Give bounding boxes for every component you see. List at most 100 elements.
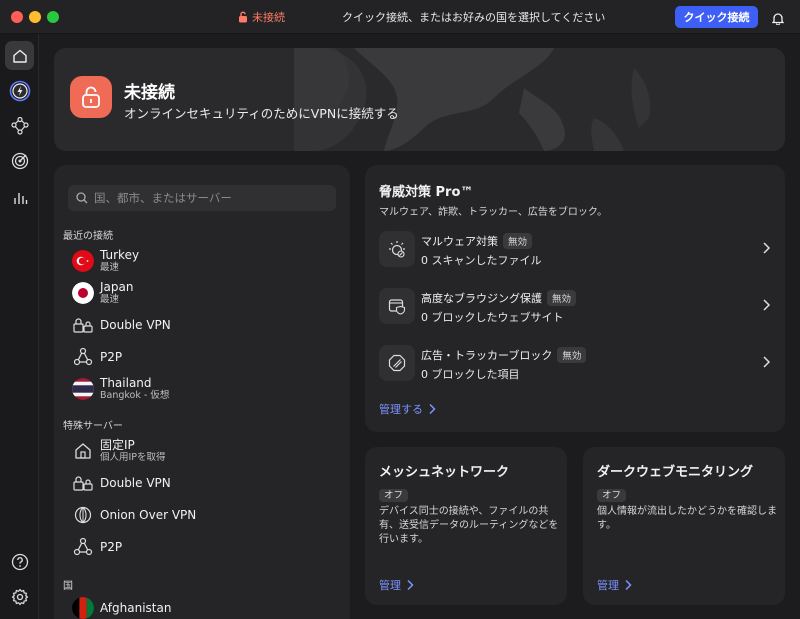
server-item-thailand[interactable]: Thailand Bangkok - 仮想 [72, 374, 332, 404]
chevron-right-icon [763, 299, 771, 311]
feature-name: 広告・トラッカーブロック [421, 349, 553, 362]
onion-icon [72, 504, 94, 526]
server-list-panel: 最近の接続 Turkey 最速 Japan 最速 Double VPN [54, 165, 350, 619]
double-lock-icon [72, 314, 94, 336]
sidebar-settings[interactable] [5, 582, 34, 611]
server-item-turkey[interactable]: Turkey 最速 [72, 246, 332, 276]
connection-title: 未接続 [124, 83, 175, 103]
sidebar [0, 34, 39, 619]
server-item-sub: Bangkok - 仮想 [100, 390, 170, 401]
close-window-button[interactable] [11, 11, 23, 23]
japan-flag-icon [72, 282, 94, 304]
threat-protection-subtitle: マルウェア、詐欺、トラッカー、広告をブロック。 [379, 207, 608, 218]
unlocked-status-icon [70, 76, 112, 118]
feature-count: 0 スキャンしたファイル [421, 254, 542, 267]
server-item-title: Turkey [100, 248, 140, 262]
ad-block-icon [379, 345, 415, 381]
server-item-title: Double VPN [100, 476, 171, 490]
status-text: 未接続 [252, 11, 285, 24]
feature-count: 0 ブロックしたウェブサイト [421, 311, 564, 324]
server-item-title: 固定IP [100, 438, 135, 452]
chevron-right-icon [429, 403, 436, 415]
feature-name: マルウェア対策 [421, 235, 498, 248]
ad-tracker-block-row[interactable]: 広告・トラッカーブロック 無効 0 ブロックした項目 [379, 343, 771, 383]
threat-protection-title: 脅威対策 Pro™ [379, 185, 474, 200]
manage-label: 管理 [597, 579, 619, 592]
connection-status: 未接続 [238, 9, 285, 25]
radar-icon [11, 152, 28, 169]
status-badge: オフ [379, 489, 409, 502]
search-input[interactable] [94, 191, 324, 205]
server-item-afghanistan[interactable]: Afghanistan [72, 593, 332, 619]
minimize-window-button[interactable] [29, 11, 41, 23]
recent-heading: 最近の接続 [63, 231, 113, 242]
server-item-title: Double VPN [100, 318, 171, 332]
sidebar-threat-protection[interactable] [5, 76, 34, 105]
meshnet-description: デバイス同士の接続や、ファイルの共有、送受信データのルーティングなどを行います。 [379, 506, 559, 545]
malware-protection-row[interactable]: マルウェア対策 無効 0 スキャンしたファイル [379, 229, 771, 269]
server-item-double-vpn[interactable]: Double VPN [72, 468, 332, 498]
malware-icon [379, 231, 415, 267]
notification-bell-icon[interactable] [771, 10, 785, 29]
unlocked-icon [239, 11, 247, 23]
afghanistan-flag-icon [72, 597, 94, 619]
sidebar-dark-web-monitor[interactable] [5, 146, 34, 175]
threat-manage-link[interactable]: 管理する [379, 401, 436, 417]
special-servers-heading: 特殊サーバー [63, 421, 123, 432]
server-item-title: Thailand [100, 376, 152, 390]
help-icon [11, 553, 28, 570]
server-item-dedicated-ip[interactable]: 固定IP 個人用IPを取得 [72, 436, 332, 466]
server-item-sub: 最速 [100, 262, 120, 273]
search-icon [76, 192, 88, 204]
feature-count: 0 ブロックした項目 [421, 368, 520, 381]
house-icon [72, 440, 94, 462]
server-item-title: Onion Over VPN [100, 508, 197, 522]
server-item-double-vpn[interactable]: Double VPN [72, 310, 332, 340]
status-badge: オフ [597, 489, 627, 502]
dark-web-title: ダークウェブモニタリング [597, 465, 754, 480]
server-item-sub: 最速 [100, 294, 120, 305]
server-item-onion[interactable]: Onion Over VPN [72, 500, 332, 530]
sidebar-help[interactable] [5, 547, 34, 576]
server-item-title: P2P [100, 350, 123, 364]
thailand-flag-icon [72, 378, 94, 400]
connection-subtitle: オンラインセキュリティのためにVPNに接続する [124, 106, 399, 121]
meshnet-card: メッシュネットワーク オフ デバイス同士の接続や、ファイルの共有、送受信データの… [365, 447, 567, 605]
world-map[interactable] [294, 48, 785, 151]
chevron-right-icon [763, 242, 771, 254]
home-icon [12, 49, 27, 63]
dark-web-monitor-card: ダークウェブモニタリング オフ 個人情報が流出したかどうかを確認します。 管理 [583, 447, 785, 605]
zoom-window-button[interactable] [47, 11, 59, 23]
status-badge: 無効 [557, 347, 587, 363]
feature-name: 高度なブラウジング保護 [421, 292, 542, 305]
sidebar-meshnet[interactable] [5, 111, 34, 140]
p2p-icon [72, 536, 94, 558]
countries-heading: 国 [63, 581, 73, 592]
manage-label: 管理 [379, 579, 401, 592]
sidebar-home[interactable] [5, 41, 34, 70]
server-item-p2p[interactable]: P2P [72, 342, 332, 372]
server-item-title: Afghanistan [100, 601, 172, 615]
meshnet-icon [10, 116, 29, 135]
server-item-title: Japan [100, 280, 134, 294]
turkey-flag-icon [72, 250, 94, 272]
meshnet-manage-link[interactable]: 管理 [379, 577, 414, 593]
quick-connect-button[interactable]: クイック接続 [675, 6, 758, 28]
sidebar-statistics[interactable] [5, 183, 34, 212]
p2p-icon [72, 346, 94, 368]
status-badge: 無効 [547, 290, 577, 306]
server-item-title: P2P [100, 540, 123, 554]
chevron-right-icon [625, 579, 632, 591]
connection-hero: 未接続 オンラインセキュリティのためにVPNに接続する [54, 48, 785, 151]
gear-icon [11, 588, 28, 605]
browser-shield-icon [379, 288, 415, 324]
server-item-p2p[interactable]: P2P [72, 532, 332, 562]
server-item-sub: 個人用IPを取得 [100, 452, 166, 463]
threat-protection-card: 脅威対策 Pro™ マルウェア、詐欺、トラッカー、広告をブロック。 マルウェア対… [365, 165, 785, 432]
dark-web-manage-link[interactable]: 管理 [597, 577, 632, 593]
server-item-japan[interactable]: Japan 最速 [72, 278, 332, 308]
dark-web-description: 個人情報が流出したかどうかを確認します。 [597, 506, 777, 531]
window-title: クイック接続、またはお好みの国を選択してください [342, 11, 606, 24]
search-box[interactable] [68, 185, 336, 211]
browsing-protection-row[interactable]: 高度なブラウジング保護 無効 0 ブロックしたウェブサイト [379, 286, 771, 326]
